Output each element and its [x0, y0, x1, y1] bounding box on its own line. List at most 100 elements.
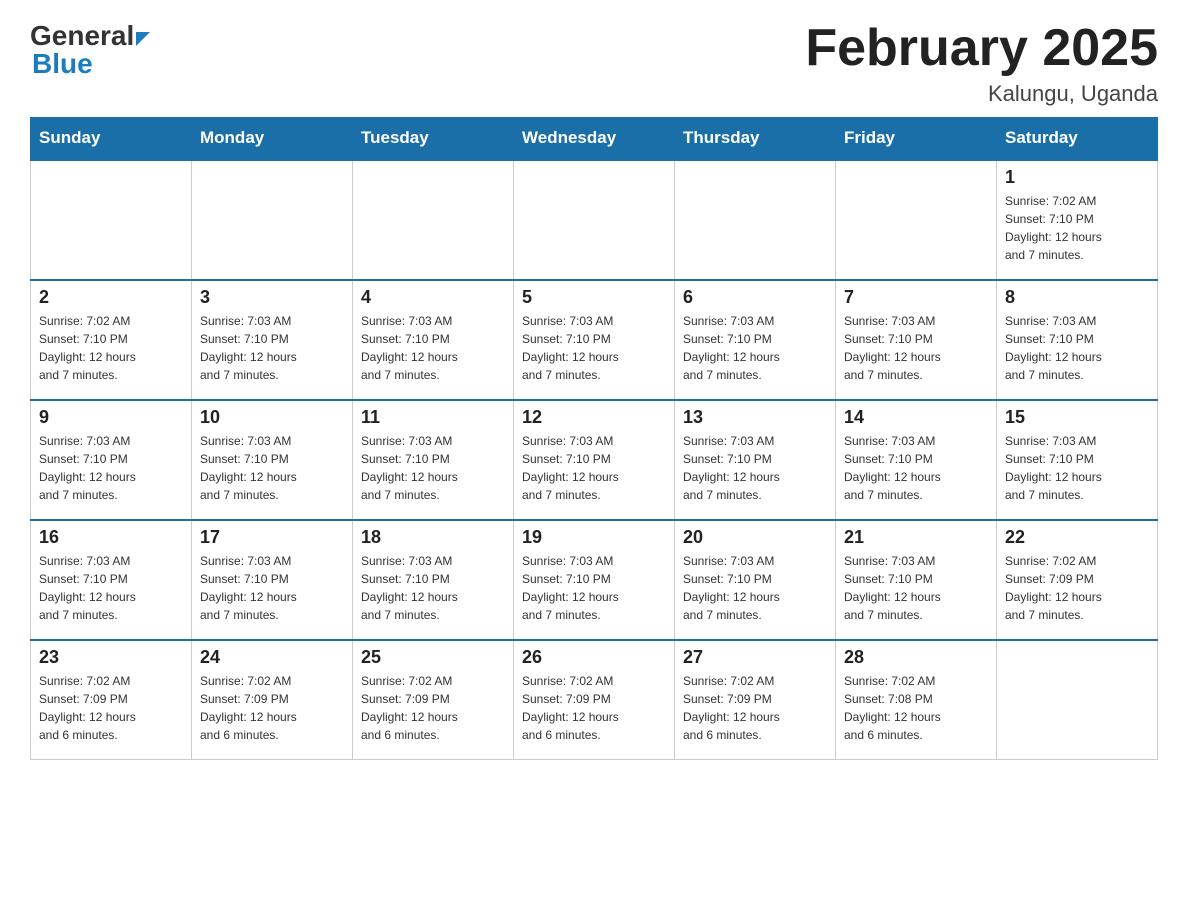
day-info: Sunrise: 7:03 AMSunset: 7:10 PMDaylight:…: [39, 552, 183, 624]
day-info: Sunrise: 7:03 AMSunset: 7:10 PMDaylight:…: [522, 552, 666, 624]
logo-blue-text: Blue: [32, 48, 93, 80]
calendar-cell: 13Sunrise: 7:03 AMSunset: 7:10 PMDayligh…: [675, 400, 836, 520]
logo-arrow-icon: [136, 32, 150, 46]
calendar-cell: 15 Sunrise: 7:03 AMSunset: 7:10 PMDayligh…: [997, 400, 1158, 520]
calendar-cell: 8 Sunrise: 7:03 AMSunset: 7:10 PMDaylight…: [997, 280, 1158, 400]
day-number: 5: [522, 287, 666, 308]
day-info: Sunrise: 7:02 AMSunset: 7:10 PMDaylight:…: [1005, 192, 1149, 264]
day-number: 23: [39, 647, 183, 668]
calendar-cell: 17 Sunrise: 7:03 AMSunset: 7:10 PMDayligh…: [192, 520, 353, 640]
day-info: Sunrise: 7:03 AMSunset: 7:10 PMDaylight:…: [200, 432, 344, 504]
calendar-cell: 18Sunrise: 7:03 AMSunset: 7:10 PMDayligh…: [353, 520, 514, 640]
day-info: Sunrise: 7:03 AMSunset: 7:10 PMDaylight:…: [844, 312, 988, 384]
day-info: Sunrise: 7:02 AMSunset: 7:09 PMDaylight:…: [522, 672, 666, 744]
day-number: 8: [1005, 287, 1149, 308]
day-number: 15: [1005, 407, 1149, 428]
day-number: 24: [200, 647, 344, 668]
day-info: Sunrise: 7:03 AMSunset: 7:10 PMDaylight:…: [844, 552, 988, 624]
day-info: Sunrise: 7:03 AMSunset: 7:10 PMDaylight:…: [683, 552, 827, 624]
day-number: 9: [39, 407, 183, 428]
day-number: 3: [200, 287, 344, 308]
calendar-header-sunday: Sunday: [31, 118, 192, 160]
month-title: February 2025: [805, 20, 1158, 77]
day-info: Sunrise: 7:03 AMSunset: 7:10 PMDaylight:…: [39, 432, 183, 504]
day-info: Sunrise: 7:03 AMSunset: 7:10 PMDaylight:…: [200, 552, 344, 624]
day-number: 11: [361, 407, 505, 428]
day-info: Sunrise: 7:02 AMSunset: 7:09 PMDaylight:…: [361, 672, 505, 744]
calendar-week-row: 23 Sunrise: 7:02 AMSunset: 7:09 PMDayligh…: [31, 640, 1158, 760]
calendar-cell: 5 Sunrise: 7:03 AMSunset: 7:10 PMDaylight…: [514, 280, 675, 400]
calendar-week-row: 2 Sunrise: 7:02 AMSunset: 7:10 PMDaylight…: [31, 280, 1158, 400]
calendar-week-row: 16 Sunrise: 7:03 AMSunset: 7:10 PMDayligh…: [31, 520, 1158, 640]
logo: General Blue: [30, 20, 150, 80]
day-info: Sunrise: 7:03 AMSunset: 7:10 PMDaylight:…: [844, 432, 988, 504]
day-number: 25: [361, 647, 505, 668]
calendar-header-saturday: Saturday: [997, 118, 1158, 160]
day-number: 10: [200, 407, 344, 428]
calendar-cell: [675, 160, 836, 280]
calendar-cell: [353, 160, 514, 280]
calendar-cell: 24Sunrise: 7:02 AMSunset: 7:09 PMDayligh…: [192, 640, 353, 760]
day-number: 20: [683, 527, 827, 548]
day-number: 26: [522, 647, 666, 668]
calendar-cell: [31, 160, 192, 280]
day-info: Sunrise: 7:03 AMSunset: 7:10 PMDaylight:…: [683, 312, 827, 384]
day-info: Sunrise: 7:02 AMSunset: 7:09 PMDaylight:…: [1005, 552, 1149, 624]
day-info: Sunrise: 7:02 AMSunset: 7:09 PMDaylight:…: [683, 672, 827, 744]
day-info: Sunrise: 7:02 AMSunset: 7:10 PMDaylight:…: [39, 312, 183, 384]
calendar-table: SundayMondayTuesdayWednesdayThursdayFrid…: [30, 117, 1158, 760]
day-number: 12: [522, 407, 666, 428]
calendar-cell: 7 Sunrise: 7:03 AMSunset: 7:10 PMDaylight…: [836, 280, 997, 400]
day-number: 1: [1005, 167, 1149, 188]
calendar-cell: [192, 160, 353, 280]
calendar-cell: 21Sunrise: 7:03 AMSunset: 7:10 PMDayligh…: [836, 520, 997, 640]
day-number: 14: [844, 407, 988, 428]
calendar-cell: 2 Sunrise: 7:02 AMSunset: 7:10 PMDaylight…: [31, 280, 192, 400]
day-number: 13: [683, 407, 827, 428]
calendar-cell: [836, 160, 997, 280]
day-number: 16: [39, 527, 183, 548]
calendar-header-monday: Monday: [192, 118, 353, 160]
calendar-cell: 14 Sunrise: 7:03 AMSunset: 7:10 PMDayligh…: [836, 400, 997, 520]
day-info: Sunrise: 7:03 AMSunset: 7:10 PMDaylight:…: [361, 312, 505, 384]
calendar-header-friday: Friday: [836, 118, 997, 160]
calendar-header-wednesday: Wednesday: [514, 118, 675, 160]
calendar-header-tuesday: Tuesday: [353, 118, 514, 160]
calendar-cell: 27 Sunrise: 7:02 AMSunset: 7:09 PMDayligh…: [675, 640, 836, 760]
location-text: Kalungu, Uganda: [805, 81, 1158, 107]
calendar-cell: 20 Sunrise: 7:03 AMSunset: 7:10 PMDayligh…: [675, 520, 836, 640]
title-section: February 2025 Kalungu, Uganda: [805, 20, 1158, 107]
calendar-header-row: SundayMondayTuesdayWednesdayThursdayFrid…: [31, 118, 1158, 160]
day-info: Sunrise: 7:03 AMSunset: 7:10 PMDaylight:…: [1005, 432, 1149, 504]
day-number: 2: [39, 287, 183, 308]
day-number: 22: [1005, 527, 1149, 548]
calendar-cell: 11 Sunrise: 7:03 AMSunset: 7:10 PMDayligh…: [353, 400, 514, 520]
day-number: 28: [844, 647, 988, 668]
day-info: Sunrise: 7:02 AMSunset: 7:08 PMDaylight:…: [844, 672, 988, 744]
day-info: Sunrise: 7:03 AMSunset: 7:10 PMDaylight:…: [200, 312, 344, 384]
calendar-cell: 12 Sunrise: 7:03 AMSunset: 7:10 PMDayligh…: [514, 400, 675, 520]
day-number: 7: [844, 287, 988, 308]
day-info: Sunrise: 7:03 AMSunset: 7:10 PMDaylight:…: [522, 432, 666, 504]
page-header: General Blue February 2025 Kalungu, Ugan…: [30, 20, 1158, 107]
calendar-cell: 22 Sunrise: 7:02 AMSunset: 7:09 PMDayligh…: [997, 520, 1158, 640]
calendar-cell: 26 Sunrise: 7:02 AMSunset: 7:09 PMDayligh…: [514, 640, 675, 760]
day-number: 6: [683, 287, 827, 308]
day-info: Sunrise: 7:03 AMSunset: 7:10 PMDaylight:…: [361, 432, 505, 504]
day-info: Sunrise: 7:02 AMSunset: 7:09 PMDaylight:…: [39, 672, 183, 744]
calendar-cell: 28 Sunrise: 7:02 AMSunset: 7:08 PMDayligh…: [836, 640, 997, 760]
day-number: 19: [522, 527, 666, 548]
day-number: 27: [683, 647, 827, 668]
day-info: Sunrise: 7:03 AMSunset: 7:10 PMDaylight:…: [361, 552, 505, 624]
calendar-cell: 23 Sunrise: 7:02 AMSunset: 7:09 PMDayligh…: [31, 640, 192, 760]
day-number: 17: [200, 527, 344, 548]
calendar-cell: 1 Sunrise: 7:02 AMSunset: 7:10 PMDaylight…: [997, 160, 1158, 280]
day-info: Sunrise: 7:03 AMSunset: 7:10 PMDaylight:…: [1005, 312, 1149, 384]
calendar-cell: 9 Sunrise: 7:03 AMSunset: 7:10 PMDaylight…: [31, 400, 192, 520]
calendar-cell: 10 Sunrise: 7:03 AMSunset: 7:10 PMDayligh…: [192, 400, 353, 520]
calendar-cell: 19 Sunrise: 7:03 AMSunset: 7:10 PMDayligh…: [514, 520, 675, 640]
day-info: Sunrise: 7:03 AMSunset: 7:10 PMDaylight:…: [522, 312, 666, 384]
calendar-cell: 16 Sunrise: 7:03 AMSunset: 7:10 PMDayligh…: [31, 520, 192, 640]
day-number: 4: [361, 287, 505, 308]
calendar-cell: 3 Sunrise: 7:03 AMSunset: 7:10 PMDaylight…: [192, 280, 353, 400]
